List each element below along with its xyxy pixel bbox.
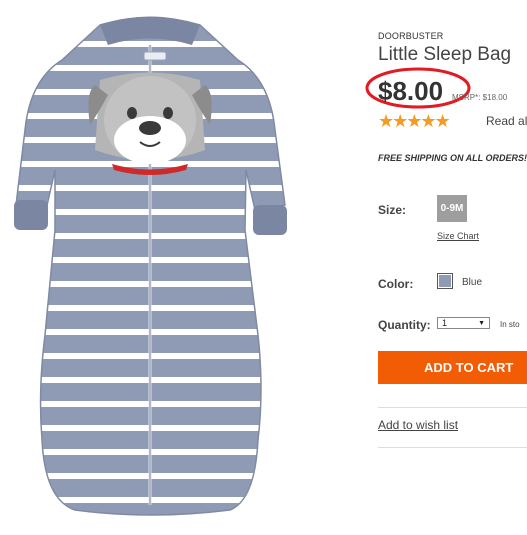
product-title: Little Sleep Bag — [378, 44, 512, 65]
add-to-wishlist-link[interactable]: Add to wish list — [378, 418, 458, 432]
product-info-panel: DOORBUSTER Little Sleep Bag $8.00 MSRP*:… — [378, 0, 527, 535]
quantity-select[interactable]: 1 ▼ — [437, 317, 490, 329]
product-price: $8.00 — [378, 76, 444, 106]
chevron-down-icon: ▼ — [478, 320, 485, 327]
color-swatch-fill — [439, 275, 451, 287]
divider — [378, 447, 527, 448]
star-rating-icon: ★★★★★ — [378, 111, 451, 131]
size-chart-link[interactable]: Size Chart — [437, 231, 479, 241]
rating-row: ★★★★★ Read al — [378, 111, 527, 131]
quantity-label: Quantity: — [378, 318, 431, 332]
quantity-value: 1 — [442, 318, 448, 328]
size-option-button[interactable]: 0-9M — [437, 195, 467, 222]
read-all-reviews-link[interactable]: Read al — [486, 114, 527, 128]
add-to-cart-button[interactable]: ADD TO CART — [378, 351, 527, 384]
free-shipping-banner: FREE SHIPPING ON ALL ORDERS! — [378, 153, 527, 163]
size-label: Size: — [378, 203, 407, 217]
msrp-price: MSRP*: $18.00 — [452, 93, 508, 102]
divider — [378, 407, 527, 408]
color-swatch-button[interactable] — [437, 273, 453, 289]
color-name: Blue — [462, 277, 483, 288]
stock-status: In sto — [500, 320, 520, 329]
product-image — [14, 16, 287, 516]
color-label: Color: — [378, 277, 414, 291]
promo-label: DOORBUSTER — [378, 31, 444, 41]
